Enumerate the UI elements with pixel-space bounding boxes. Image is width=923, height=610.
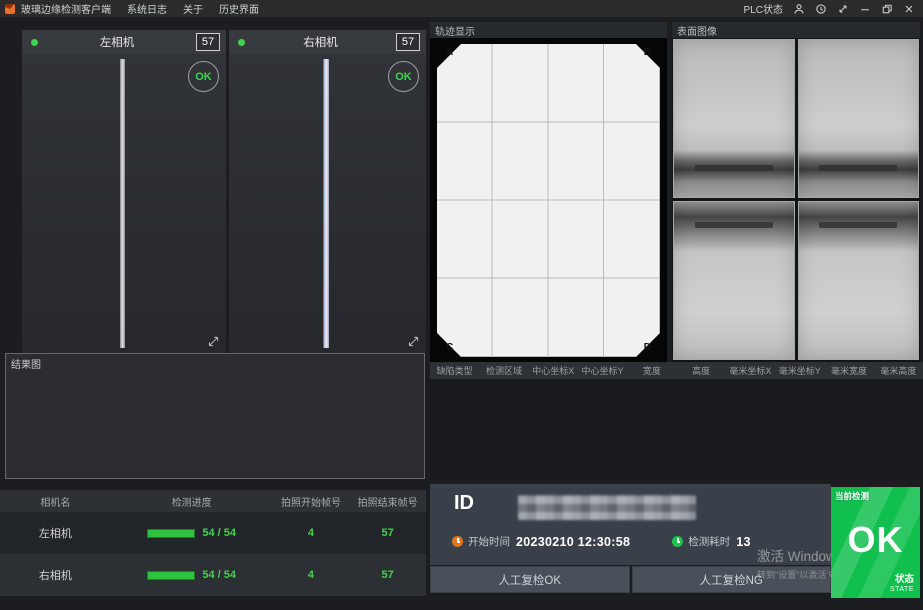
glass-edge-strip xyxy=(323,59,329,348)
row-camera-name: 右相机 xyxy=(0,567,111,583)
restore-button[interactable] xyxy=(881,3,893,15)
diagonal-arrows-icon[interactable] xyxy=(837,3,849,15)
camera-online-dot-icon xyxy=(238,39,245,46)
plc-status-label: PLC状态 xyxy=(744,1,783,16)
minimize-button[interactable] xyxy=(859,3,871,15)
corner-label-c: C xyxy=(446,342,453,353)
start-time-clock-icon xyxy=(452,536,463,547)
result-image-title: 结果图 xyxy=(6,354,424,373)
col-end-frame: 拍照结束帧号 xyxy=(349,494,426,509)
id-value-redacted xyxy=(518,495,696,520)
trajectory-title: 轨迹显示 xyxy=(430,22,667,38)
start-frame-value: 4 xyxy=(273,569,350,581)
col-camera-name: 相机名 xyxy=(0,494,111,509)
col-height: 高度 xyxy=(676,364,725,377)
app-title: 玻璃边缘检测客户端 xyxy=(21,1,111,16)
surface-image-tile xyxy=(673,39,795,198)
menu-about[interactable]: 关于 xyxy=(183,1,203,16)
surface-image-panel: 表面图像 xyxy=(672,22,920,362)
col-center-y: 中心坐标Y xyxy=(578,364,627,377)
elapsed-clock-icon xyxy=(672,536,683,547)
camera-right-status-badge: OK xyxy=(388,61,419,92)
progress-table: 相机名 检测进度 拍照开始帧号 拍照结束帧号 左相机 54 / 54 4 57 … xyxy=(0,490,426,596)
verdict-box: 当前检测 OK 状态 STATE xyxy=(831,487,920,598)
history-clock-icon[interactable] xyxy=(815,3,827,15)
close-button[interactable] xyxy=(903,3,915,15)
glass-edge-strip xyxy=(120,59,125,348)
result-info-panel: ID 开始时间 20230210 12:30:58 检测耗时 13 xyxy=(430,484,831,565)
surface-image-tile xyxy=(798,39,920,198)
camera-right-frame-count: 57 xyxy=(396,33,420,51)
progress-text: 54 / 54 xyxy=(202,527,236,539)
trajectory-grid xyxy=(437,44,660,357)
trajectory-panel: 轨迹显示 A B C D xyxy=(430,22,667,362)
camera-right-header: 右相机 57 xyxy=(229,30,426,54)
user-icon[interactable] xyxy=(793,3,805,15)
end-frame-value: 57 xyxy=(349,569,426,581)
defect-table-header: 缺陷类型 检测区域 中心坐标X 中心坐标Y 宽度 高度 毫米坐标X 毫米坐标Y … xyxy=(430,362,923,379)
id-label: ID xyxy=(454,492,474,515)
col-progress: 检测进度 xyxy=(111,494,273,509)
manual-recheck-ng-button[interactable]: 人工复检NG xyxy=(632,566,832,593)
surface-title: 表面图像 xyxy=(672,22,920,38)
app-logo-icon xyxy=(5,4,15,14)
row-camera-name: 左相机 xyxy=(0,525,111,541)
progress-table-header: 相机名 检测进度 拍照开始帧号 拍照结束帧号 xyxy=(0,490,426,512)
col-mm-width: 毫米宽度 xyxy=(824,364,873,377)
menu-history[interactable]: 历史界面 xyxy=(219,1,259,16)
camera-panel-right: 右相机 57 OK xyxy=(229,30,426,353)
app-window: 玻璃边缘检测客户端 系统日志 关于 历史界面 PLC状态 xyxy=(0,0,923,610)
table-row: 右相机 54 / 54 4 57 xyxy=(0,554,426,596)
trajectory-canvas: A B C D xyxy=(430,38,667,362)
surface-image-tile xyxy=(798,201,920,360)
manual-recheck-ok-button[interactable]: 人工复检OK xyxy=(430,566,630,593)
result-image-panel: 结果图 xyxy=(5,353,425,479)
verdict-state-label: 状态 STATE xyxy=(890,575,914,594)
defect-table: 缺陷类型 检测区域 中心坐标X 中心坐标Y 宽度 高度 毫米坐标X 毫米坐标Y … xyxy=(430,362,923,480)
col-center-x: 中心坐标X xyxy=(529,364,578,377)
col-mm-y: 毫米坐标Y xyxy=(775,364,824,377)
expand-icon[interactable] xyxy=(207,335,220,348)
col-mm-x: 毫米坐标X xyxy=(726,364,775,377)
corner-label-b: B xyxy=(644,47,651,58)
camera-online-dot-icon xyxy=(31,39,38,46)
menu-system-log[interactable]: 系统日志 xyxy=(127,1,167,16)
start-time-label: 开始时间 xyxy=(468,534,510,549)
verdict-state-en: STATE xyxy=(890,586,914,594)
camera-left-frame-count: 57 xyxy=(196,33,220,51)
col-defect-type: 缺陷类型 xyxy=(430,364,479,377)
col-width: 宽度 xyxy=(627,364,676,377)
camera-left-view: OK xyxy=(22,54,226,353)
time-row: 开始时间 20230210 12:30:58 检测耗时 13 xyxy=(452,534,751,549)
verdict-corner-label: 当前检测 xyxy=(835,490,869,502)
verdict-state-cn: 状态 xyxy=(890,575,914,586)
start-frame-value: 4 xyxy=(273,527,350,539)
elapsed-value: 13 xyxy=(736,535,751,549)
progress-text: 54 / 54 xyxy=(202,569,236,581)
table-row: 左相机 54 / 54 4 57 xyxy=(0,512,426,554)
start-time-value: 20230210 12:30:58 xyxy=(516,535,630,549)
titlebar: 玻璃边缘检测客户端 系统日志 关于 历史界面 PLC状态 xyxy=(0,0,923,17)
col-start-frame: 拍照开始帧号 xyxy=(273,494,350,509)
surface-image-tile xyxy=(673,201,795,360)
corner-label-d: D xyxy=(644,342,651,353)
camera-panel-left: 左相机 57 OK xyxy=(22,30,226,353)
progress-bar xyxy=(147,571,195,580)
corner-label-a: A xyxy=(446,47,453,58)
camera-right-title: 右相机 xyxy=(245,34,396,50)
col-detect-region: 检测区域 xyxy=(479,364,528,377)
camera-left-status-badge: OK xyxy=(188,61,219,92)
verdict-value: OK xyxy=(831,519,920,561)
expand-icon[interactable] xyxy=(407,335,420,348)
manual-recheck-row: 人工复检OK 人工复检NG xyxy=(430,566,831,593)
camera-right-view: OK xyxy=(229,54,426,353)
progress-bar xyxy=(147,529,195,538)
elapsed-label: 检测耗时 xyxy=(688,534,730,549)
col-mm-height: 毫米高度 xyxy=(874,364,923,377)
surface-image-grid xyxy=(673,39,919,360)
camera-left-title: 左相机 xyxy=(38,34,196,50)
camera-left-header: 左相机 57 xyxy=(22,30,226,54)
end-frame-value: 57 xyxy=(349,527,426,539)
